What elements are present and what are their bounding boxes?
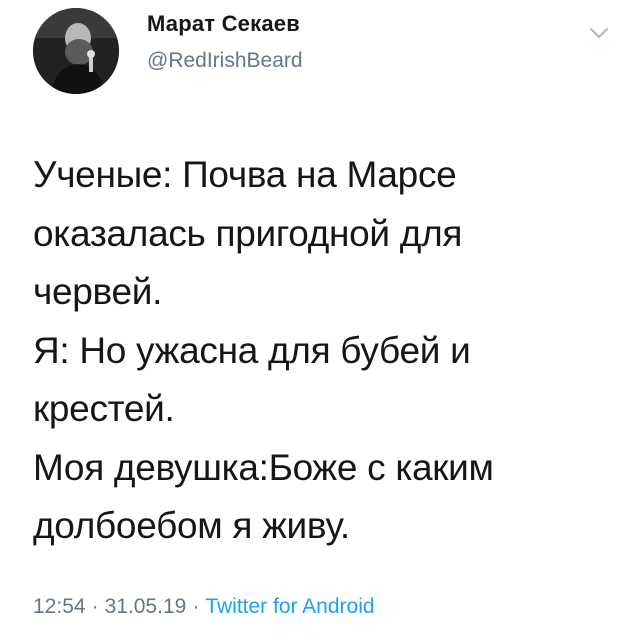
separator: ·	[91, 595, 99, 618]
tweet-metadata: 12:54 · 31.05.19 · Twitter for Android	[33, 595, 375, 619]
tweet-line: оказалась пригодной для	[33, 212, 463, 254]
author-handle[interactable]: @RedIrishBeard	[147, 49, 303, 73]
tweet-line: Я: Но ужасна для бубей и	[33, 329, 471, 371]
tweet-line: крестей.	[33, 388, 175, 429]
separator: ·	[192, 595, 200, 618]
tweet-text: Ученые: Почва на Марсе оказалась пригодн…	[33, 146, 613, 556]
author-name[interactable]: Марат Секаев	[147, 11, 300, 37]
chevron-down-icon[interactable]	[586, 20, 612, 46]
tweet-source-link[interactable]: Twitter for Android	[205, 595, 374, 618]
avatar[interactable]	[33, 8, 119, 94]
tweet-time[interactable]: 12:54	[33, 595, 86, 618]
profile-photo	[33, 8, 119, 94]
tweet-line: Моя девушка:Боже с каким	[33, 446, 494, 488]
tweet-line: Ученые: Почва на Марсе	[33, 154, 457, 195]
tweet-line: червей.	[33, 271, 163, 312]
tweet-date[interactable]: 31.05.19	[105, 595, 187, 618]
tweet-line: долбоебом я живу.	[33, 505, 350, 546]
